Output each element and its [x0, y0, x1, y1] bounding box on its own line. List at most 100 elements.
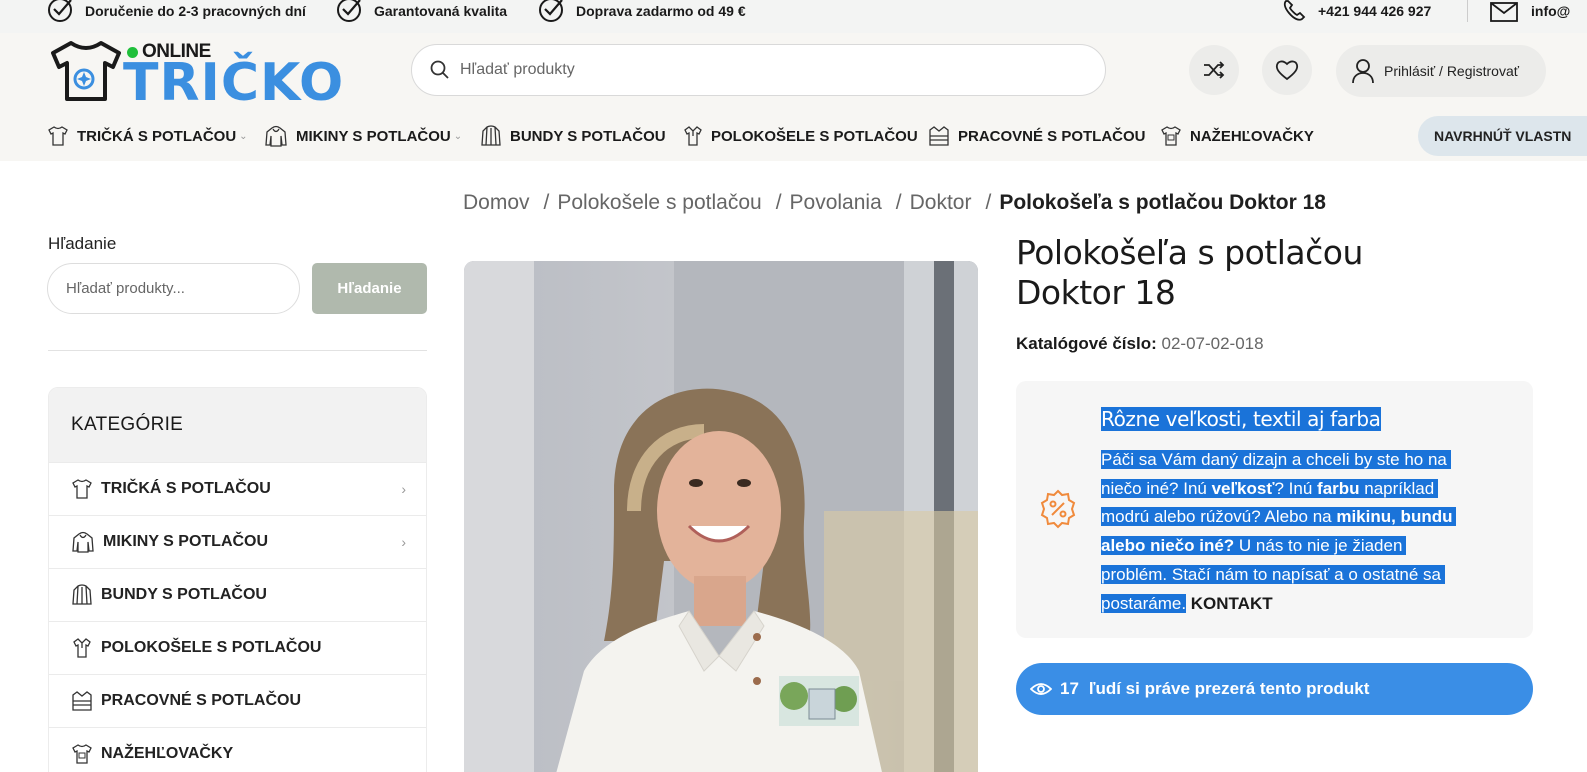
iron-on-icon	[1161, 126, 1181, 146]
check-circle-icon	[539, 0, 563, 22]
wishlist-button[interactable]	[1262, 45, 1312, 95]
topbar-shipping: Doprava zadarmo od 49 €	[538, 0, 746, 22]
promo-text-bold: mikinu, bundu	[1336, 507, 1453, 527]
logo-tricko-text: TRIČKO	[123, 53, 345, 113]
email-address[interactable]: info@	[1531, 3, 1570, 19]
live-viewers-banner: 17 ľudí si práve prezerá tento produkt	[1016, 663, 1533, 715]
check-circle-icon	[337, 0, 361, 22]
promo-text-bold: alebo niečo iné?	[1101, 536, 1235, 556]
envelope-icon	[1490, 2, 1518, 22]
nav-label: NAŽEHĽOVAČKY	[1190, 127, 1314, 145]
nav-label: PRACOVNÉ S POTLAČOU	[958, 127, 1146, 145]
viewers-count: 17	[1060, 679, 1079, 698]
heart-icon	[1275, 60, 1299, 81]
contact-link[interactable]: KONTAKT	[1191, 594, 1273, 613]
design-your-own-button[interactable]: NAVRHNÚŤ VLASTN	[1418, 116, 1587, 156]
topbar-phone[interactable]: +421 944 426 927	[1282, 0, 1431, 22]
phone-number[interactable]: +421 944 426 927	[1318, 3, 1431, 19]
tshirt-icon	[72, 479, 92, 499]
eye-icon	[1030, 683, 1052, 695]
topbar-divider	[1467, 0, 1468, 22]
category-item-tricka[interactable]: TRIČKÁ S POTLAČOU ›	[49, 462, 426, 515]
nav-label: TRIČKÁ S POTLAČOU	[77, 127, 237, 145]
topbar-quality-label: Garantovaná kvalita	[374, 3, 508, 19]
tshirt-icon	[48, 126, 68, 146]
promo-text: napríklad	[1359, 478, 1435, 498]
promo-title-text: Rôzne veľkosti, textil aj farba	[1101, 407, 1381, 431]
breadcrumb-link[interactable]: Domov	[463, 191, 530, 215]
product-title: Polokošeľa s potlačou Doktor 18	[1016, 233, 1376, 313]
hoodie-icon	[72, 531, 94, 553]
chevron-down-icon: ⌄	[453, 130, 463, 142]
category-item-mikiny[interactable]: MIKINY S POTLAČOU ›	[49, 515, 426, 568]
product-title-line1: Polokošeľa s potlačou	[1016, 233, 1363, 272]
promo-text: ? Inú	[1274, 478, 1318, 498]
nav-item-nazehlovacky[interactable]: NAŽEHĽOVAČKY	[1160, 124, 1314, 148]
phone-icon	[1283, 0, 1306, 21]
topbar-email[interactable]: info@	[1489, 0, 1570, 22]
nav-item-mikiny[interactable]: MIKINY S POTLAČOU ⌄	[264, 124, 462, 148]
category-label: NAŽEHĽOVAČKY	[101, 745, 234, 762]
product-image[interactable]	[464, 261, 978, 772]
work-vest-icon	[929, 126, 949, 146]
category-item-nazehlovacky[interactable]: NAŽEHĽOVAČKY	[49, 727, 426, 772]
breadcrumb-separator: /	[895, 191, 902, 214]
check-circle-icon	[48, 0, 72, 22]
promo-title: Rôzne veľkosti, textil aj farba	[1101, 406, 1381, 433]
top-info-bar: Doručenie do 2-3 pracovných dní Garantov…	[0, 0, 1587, 33]
search-icon[interactable]	[430, 60, 450, 80]
breadcrumb-link[interactable]: Polokošele s potlačou	[557, 191, 761, 215]
sku-value: 02-07-02-018	[1161, 334, 1264, 353]
category-label: POLOKOŠELE S POTLAČOU	[101, 639, 322, 656]
nav-label: MIKINY S POTLAČOU	[296, 127, 451, 145]
site-logo[interactable]: ONLINE TRIČKO	[47, 39, 343, 113]
jacket-icon	[72, 584, 92, 605]
user-icon	[1352, 59, 1374, 84]
breadcrumb-link[interactable]: Povolania	[790, 191, 882, 215]
jacket-icon	[481, 125, 501, 146]
category-item-bundy[interactable]: BUNDY S POTLAČOU	[49, 568, 426, 621]
compare-button[interactable]	[1189, 45, 1239, 95]
product-title-line2: Doktor 18	[1016, 273, 1176, 312]
promo-text-bold: veľkosť	[1211, 478, 1275, 498]
category-item-pracovne[interactable]: PRACOVNÉ S POTLAČOU	[49, 674, 426, 727]
header-search-input[interactable]	[460, 61, 1060, 79]
product-photo-illustration	[464, 261, 978, 772]
product-sku: Katalógové číslo: 02-07-02-018	[1016, 334, 1264, 354]
breadcrumb: Domov / Polokošele s potlačou / Povolani…	[463, 191, 1326, 215]
promo-text-bold: farbu	[1317, 478, 1360, 498]
header-search-bar[interactable]	[411, 44, 1106, 96]
promo-text: niečo iné? Inú	[1101, 478, 1212, 498]
polo-shirt-icon	[73, 638, 91, 658]
sku-label: Katalógové číslo:	[1016, 334, 1157, 353]
login-register-button[interactable]: Prihlásiť / Registrovať	[1336, 45, 1546, 97]
chevron-right-icon[interactable]: ›	[401, 534, 406, 550]
categories-title: KATEGÓRIE	[49, 388, 426, 462]
nav-item-tricka[interactable]: TRIČKÁ S POTLAČOU ⌄	[47, 124, 248, 148]
chevron-right-icon[interactable]: ›	[401, 481, 406, 497]
topbar-quality: Garantovaná kvalita	[336, 0, 507, 22]
nav-item-pracovne[interactable]: PRACOVNÉ S POTLAČOU	[928, 124, 1146, 148]
sidebar-search-button[interactable]: Hľadanie	[312, 263, 427, 314]
sidebar-search-label: Hľadanie	[48, 234, 117, 253]
iron-on-icon	[72, 744, 92, 764]
tshirt-logo-icon	[51, 41, 121, 101]
category-label: BUNDY S POTLAČOU	[101, 586, 267, 603]
hoodie-icon	[265, 125, 287, 147]
breadcrumb-separator: /	[985, 191, 992, 214]
sidebar-search-input[interactable]	[66, 280, 286, 297]
topbar-delivery-label: Doručenie do 2-3 pracovných dní	[85, 3, 306, 19]
shuffle-icon	[1204, 61, 1225, 79]
chevron-down-icon: ⌄	[239, 130, 248, 142]
main-nav: TRIČKÁ S POTLAČOU ⌄ MIKINY S POTLAČOU ⌄ BU…	[0, 114, 1587, 161]
topbar-delivery: Doručenie do 2-3 pracovných dní	[47, 0, 306, 22]
category-item-polokosele[interactable]: POLOKOŠELE S POTLAČOU	[49, 621, 426, 674]
discount-badge-icon	[1040, 489, 1076, 529]
nav-item-bundy[interactable]: BUNDY S POTLAČOU	[480, 124, 666, 148]
breadcrumb-link[interactable]: Doktor	[910, 191, 972, 215]
site-header: ONLINE TRIČKO Prihlásiť / Registrovať TR…	[0, 33, 1587, 161]
sidebar-search-field[interactable]	[47, 263, 300, 314]
categories-panel: KATEGÓRIE TRIČKÁ S POTLAČOU › MIKINY S P…	[48, 387, 427, 772]
nav-item-polokosele[interactable]: POLOKOŠELE S POTLAČOU	[683, 124, 918, 148]
work-vest-icon	[72, 691, 92, 711]
